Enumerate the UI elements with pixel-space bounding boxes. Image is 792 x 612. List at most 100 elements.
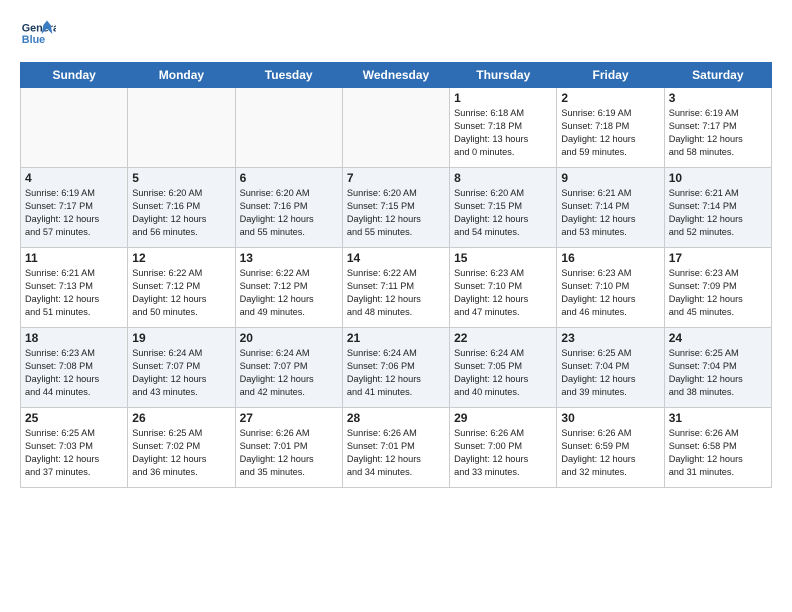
calendar-cell xyxy=(128,88,235,168)
calendar-cell: 27Sunrise: 6:26 AM Sunset: 7:01 PM Dayli… xyxy=(235,408,342,488)
day-number: 20 xyxy=(240,331,338,345)
calendar-cell: 2 Sunrise: 6:19 AM Sunset: 7:18 PM Daylig… xyxy=(557,88,664,168)
calendar-cell: 21 Sunrise: 6:24 AM Sunset: 7:06 PM Dayli… xyxy=(342,328,449,408)
calendar-cell: 10 Sunrise: 6:21 AM Sunset: 7:14 PM Dayli… xyxy=(664,168,771,248)
calendar-week-4: 18Sunrise: 6:23 AM Sunset: 7:08 PM Dayli… xyxy=(21,328,772,408)
day-number: 23 xyxy=(561,331,659,345)
day-number: 31 xyxy=(669,411,767,425)
day-info: Sunrise: 6:19 AM Sunset: 7:17 PM Dayligh… xyxy=(25,187,123,239)
calendar-cell: 24 Sunrise: 6:25 AM Sunset: 7:04 PM Dayli… xyxy=(664,328,771,408)
calendar-cell: 4 Sunrise: 6:19 AM Sunset: 7:17 PM Daylig… xyxy=(21,168,128,248)
weekday-header-saturday: Saturday xyxy=(664,63,771,88)
day-number: 29 xyxy=(454,411,552,425)
svg-text:Blue: Blue xyxy=(22,34,45,46)
weekday-header-friday: Friday xyxy=(557,63,664,88)
calendar-cell: 28Sunrise: 6:26 AM Sunset: 7:01 PM Dayli… xyxy=(342,408,449,488)
calendar-cell xyxy=(21,88,128,168)
day-number: 19 xyxy=(132,331,230,345)
calendar-cell: 3 Sunrise: 6:19 AM Sunset: 7:17 PM Daylig… xyxy=(664,88,771,168)
day-info: Sunrise: 6:18 AM Sunset: 7:18 PM Dayligh… xyxy=(454,107,552,159)
calendar-cell: 20 Sunrise: 6:24 AM Sunset: 7:07 PM Dayli… xyxy=(235,328,342,408)
calendar-cell: 16 Sunrise: 6:23 AM Sunset: 7:10 PM Dayli… xyxy=(557,248,664,328)
calendar-cell xyxy=(342,88,449,168)
calendar-cell: 17 Sunrise: 6:23 AM Sunset: 7:09 PM Dayli… xyxy=(664,248,771,328)
day-number: 24 xyxy=(669,331,767,345)
calendar-cell: 9 Sunrise: 6:21 AM Sunset: 7:14 PM Daylig… xyxy=(557,168,664,248)
day-info: Sunrise: 6:22 AM Sunset: 7:12 PM Dayligh… xyxy=(132,267,230,319)
weekday-header-tuesday: Tuesday xyxy=(235,63,342,88)
day-info: Sunrise: 6:19 AM Sunset: 7:18 PM Dayligh… xyxy=(561,107,659,159)
calendar-cell: 25 Sunrise: 6:25 AM Sunset: 7:03 PM Dayli… xyxy=(21,408,128,488)
day-info: Sunrise: 6:26 AM Sunset: 7:01 PM Dayligh… xyxy=(240,427,338,479)
day-info: Sunrise: 6:25 AM Sunset: 7:04 PM Dayligh… xyxy=(561,347,659,399)
logo-icon: GeneralBlue xyxy=(20,16,56,52)
weekday-header-sunday: Sunday xyxy=(21,63,128,88)
day-number: 15 xyxy=(454,251,552,265)
day-info: Sunrise: 6:24 AM Sunset: 7:07 PM Dayligh… xyxy=(240,347,338,399)
day-info: Sunrise: 6:24 AM Sunset: 7:07 PM Dayligh… xyxy=(132,347,230,399)
calendar-cell: 6 Sunrise: 6:20 AM Sunset: 7:16 PM Daylig… xyxy=(235,168,342,248)
calendar-cell: 29 Sunrise: 6:26 AM Sunset: 7:00 PM Dayli… xyxy=(450,408,557,488)
day-info: Sunrise: 6:23 AM Sunset: 7:10 PM Dayligh… xyxy=(561,267,659,319)
day-info: Sunrise: 6:22 AM Sunset: 7:12 PM Dayligh… xyxy=(240,267,338,319)
calendar-cell: 26Sunrise: 6:25 AM Sunset: 7:02 PM Dayli… xyxy=(128,408,235,488)
day-number: 4 xyxy=(25,171,123,185)
calendar-cell: 1Sunrise: 6:18 AM Sunset: 7:18 PM Daylig… xyxy=(450,88,557,168)
calendar-cell: 30Sunrise: 6:26 AM Sunset: 6:59 PM Dayli… xyxy=(557,408,664,488)
day-info: Sunrise: 6:25 AM Sunset: 7:04 PM Dayligh… xyxy=(669,347,767,399)
calendar-cell: 31 Sunrise: 6:26 AM Sunset: 6:58 PM Dayli… xyxy=(664,408,771,488)
day-info: Sunrise: 6:19 AM Sunset: 7:17 PM Dayligh… xyxy=(669,107,767,159)
day-number: 14 xyxy=(347,251,445,265)
day-number: 5 xyxy=(132,171,230,185)
calendar-week-1: 1Sunrise: 6:18 AM Sunset: 7:18 PM Daylig… xyxy=(21,88,772,168)
day-number: 2 xyxy=(561,91,659,105)
day-info: Sunrise: 6:26 AM Sunset: 6:58 PM Dayligh… xyxy=(669,427,767,479)
day-number: 16 xyxy=(561,251,659,265)
calendar-cell: 11Sunrise: 6:21 AM Sunset: 7:13 PM Dayli… xyxy=(21,248,128,328)
logo: GeneralBlue xyxy=(20,16,56,52)
day-number: 6 xyxy=(240,171,338,185)
day-number: 28 xyxy=(347,411,445,425)
day-number: 12 xyxy=(132,251,230,265)
day-info: Sunrise: 6:23 AM Sunset: 7:09 PM Dayligh… xyxy=(669,267,767,319)
day-info: Sunrise: 6:24 AM Sunset: 7:06 PM Dayligh… xyxy=(347,347,445,399)
calendar-header: GeneralBlue xyxy=(20,16,772,52)
weekday-header-thursday: Thursday xyxy=(450,63,557,88)
day-number: 10 xyxy=(669,171,767,185)
day-info: Sunrise: 6:20 AM Sunset: 7:15 PM Dayligh… xyxy=(347,187,445,239)
day-number: 26 xyxy=(132,411,230,425)
calendar-cell: 18Sunrise: 6:23 AM Sunset: 7:08 PM Dayli… xyxy=(21,328,128,408)
calendar-week-2: 4 Sunrise: 6:19 AM Sunset: 7:17 PM Daylig… xyxy=(21,168,772,248)
day-number: 3 xyxy=(669,91,767,105)
day-info: Sunrise: 6:21 AM Sunset: 7:14 PM Dayligh… xyxy=(669,187,767,239)
calendar-cell: 7Sunrise: 6:20 AM Sunset: 7:15 PM Daylig… xyxy=(342,168,449,248)
day-info: Sunrise: 6:20 AM Sunset: 7:16 PM Dayligh… xyxy=(132,187,230,239)
day-info: Sunrise: 6:26 AM Sunset: 7:00 PM Dayligh… xyxy=(454,427,552,479)
day-number: 9 xyxy=(561,171,659,185)
day-info: Sunrise: 6:22 AM Sunset: 7:11 PM Dayligh… xyxy=(347,267,445,319)
day-info: Sunrise: 6:21 AM Sunset: 7:14 PM Dayligh… xyxy=(561,187,659,239)
day-info: Sunrise: 6:24 AM Sunset: 7:05 PM Dayligh… xyxy=(454,347,552,399)
weekday-header-row: SundayMondayTuesdayWednesdayThursdayFrid… xyxy=(21,63,772,88)
day-info: Sunrise: 6:20 AM Sunset: 7:16 PM Dayligh… xyxy=(240,187,338,239)
calendar-cell: 5 Sunrise: 6:20 AM Sunset: 7:16 PM Daylig… xyxy=(128,168,235,248)
calendar-cell: 13 Sunrise: 6:22 AM Sunset: 7:12 PM Dayli… xyxy=(235,248,342,328)
day-number: 13 xyxy=(240,251,338,265)
calendar-page: GeneralBlue SundayMondayTuesdayWednesday… xyxy=(0,0,792,498)
calendar-cell: 15Sunrise: 6:23 AM Sunset: 7:10 PM Dayli… xyxy=(450,248,557,328)
calendar-cell: 22Sunrise: 6:24 AM Sunset: 7:05 PM Dayli… xyxy=(450,328,557,408)
weekday-header-wednesday: Wednesday xyxy=(342,63,449,88)
day-number: 21 xyxy=(347,331,445,345)
calendar-table: SundayMondayTuesdayWednesdayThursdayFrid… xyxy=(20,62,772,488)
calendar-cell: 23 Sunrise: 6:25 AM Sunset: 7:04 PM Dayli… xyxy=(557,328,664,408)
day-info: Sunrise: 6:21 AM Sunset: 7:13 PM Dayligh… xyxy=(25,267,123,319)
day-number: 25 xyxy=(25,411,123,425)
calendar-cell xyxy=(235,88,342,168)
day-info: Sunrise: 6:20 AM Sunset: 7:15 PM Dayligh… xyxy=(454,187,552,239)
weekday-header-monday: Monday xyxy=(128,63,235,88)
calendar-cell: 19 Sunrise: 6:24 AM Sunset: 7:07 PM Dayli… xyxy=(128,328,235,408)
day-number: 18 xyxy=(25,331,123,345)
day-info: Sunrise: 6:25 AM Sunset: 7:03 PM Dayligh… xyxy=(25,427,123,479)
day-info: Sunrise: 6:26 AM Sunset: 6:59 PM Dayligh… xyxy=(561,427,659,479)
day-number: 17 xyxy=(669,251,767,265)
